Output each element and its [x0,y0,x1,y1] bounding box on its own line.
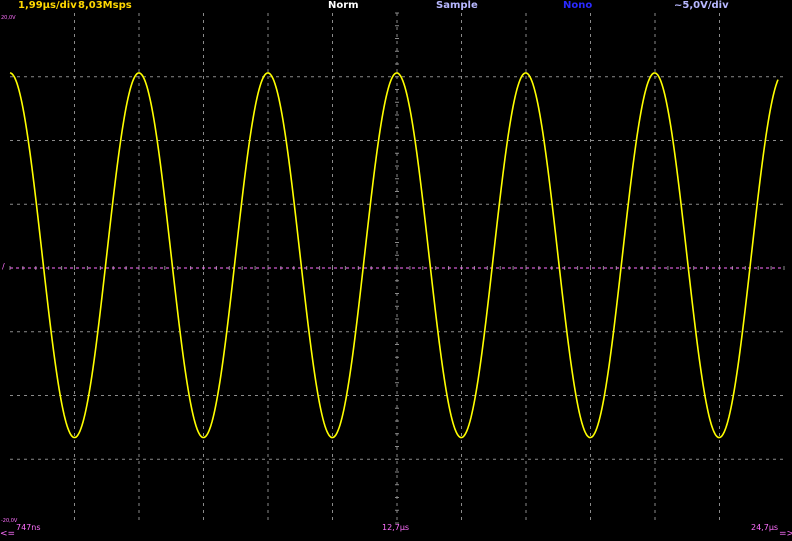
time-center-label: 12,7µs [382,523,410,532]
ground-marker[interactable]: / [2,262,5,271]
scope-display [9,12,785,524]
scroll-right-button[interactable]: => [779,529,792,539]
time-end-label: 24,7µs [751,523,779,532]
vertical-scale-top: 20,0V [1,15,16,21]
channel1-trace [9,72,779,439]
time-axis-bar: <= 747ns 12,7µs 24,7µs => [0,522,792,541]
time-start-label: 747ns [16,523,41,532]
scroll-left-button[interactable]: <= [0,529,15,539]
